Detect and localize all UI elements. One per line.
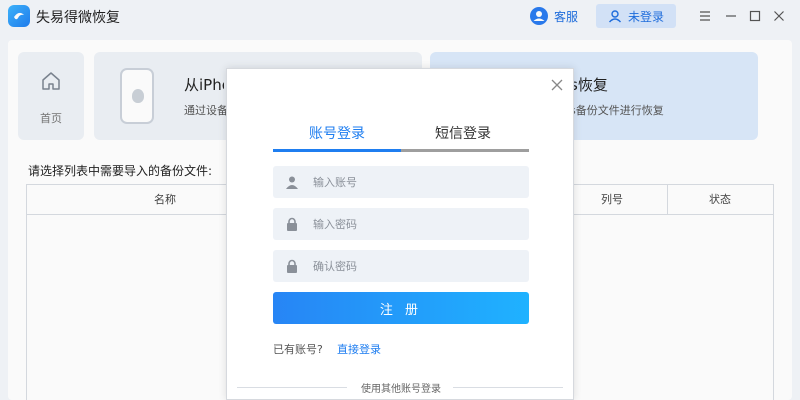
login-dialog: 账号登录 短信登录 注 册 已有账号? 直接登录 使用其他账号登录 — [226, 68, 574, 400]
confirm-password-field — [273, 250, 529, 282]
close-dialog-button[interactable] — [547, 75, 567, 95]
close-icon — [551, 79, 563, 91]
confirm-password-input[interactable] — [313, 250, 513, 282]
account-input[interactable] — [313, 166, 513, 198]
tab-sms-login[interactable]: 短信登录 — [435, 123, 491, 143]
tab-account-login[interactable]: 账号登录 — [309, 123, 365, 143]
user-icon — [286, 176, 298, 189]
password-field — [273, 208, 529, 240]
account-field — [273, 166, 529, 198]
lock-icon — [287, 217, 297, 231]
have-account-label: 已有账号? — [273, 343, 323, 356]
password-input[interactable] — [313, 208, 513, 240]
register-button[interactable]: 注 册 — [273, 292, 529, 324]
tab-active-indicator — [273, 149, 401, 152]
lock-icon — [287, 259, 297, 273]
divider-right — [453, 387, 563, 388]
direct-login-link[interactable]: 直接登录 — [337, 341, 381, 357]
